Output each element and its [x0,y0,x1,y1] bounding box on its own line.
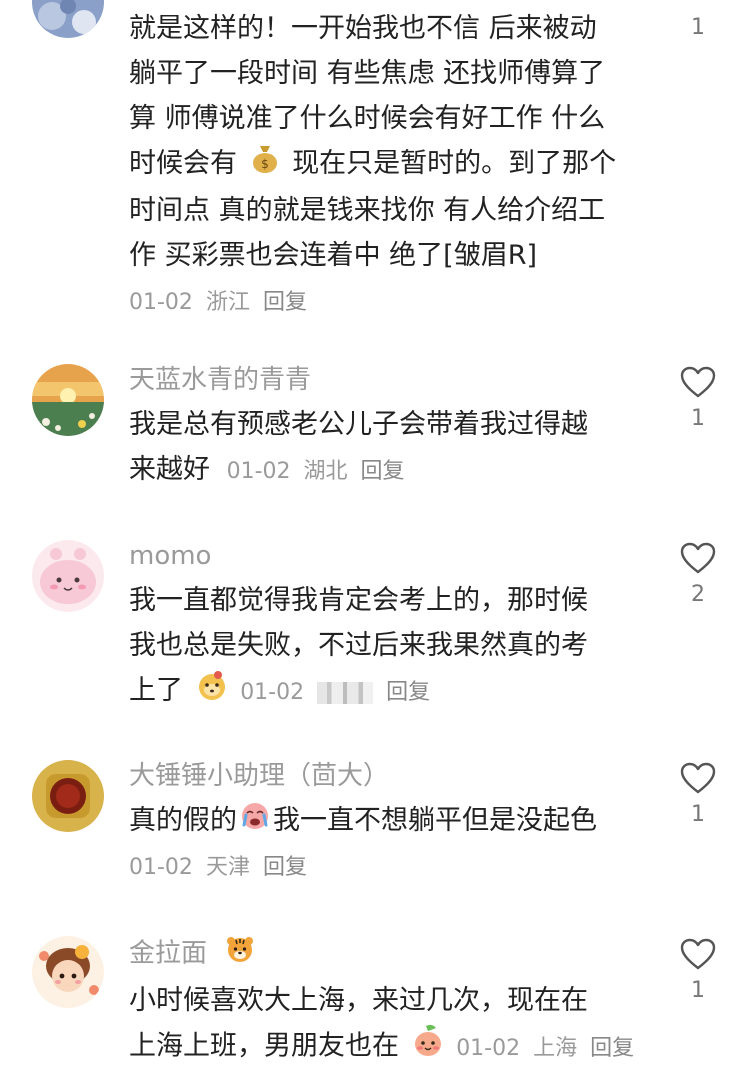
heart-outline-icon [680,762,716,794]
crying-face-emoji-icon [239,799,271,845]
comment-text: 我一直都觉得我肯定会考上的，那时候 我也总是失败，不过后来我果然真的考 上了 0… [129,578,649,715]
heart-outline-icon [680,366,716,398]
comment-line: 躺平了一段时间 有些焦虑 还找师傅算了 [129,58,606,89]
svg-text:$: $ [261,157,269,171]
comment-line: 上了 01-02 回复 [129,668,649,715]
comment-meta: 01-02 上海 回复 [456,1036,640,1061]
comment-line-part: 上了 [129,675,183,706]
comment-username[interactable]: 金拉面 [129,934,259,974]
like-count: 1 [691,802,705,827]
comment-meta: 01-02 浙江 回复 [129,280,649,325]
comment-line: 时间点 真的就是钱来找你 有人给介绍工 [129,194,606,226]
comment-location: 浙江 [205,289,250,315]
comment-text: 就是这样的！一开始我也不信 后来被动 躺平了一段时间 有些焦虑 还找师傅算了 算… [129,6,649,325]
comment-line-part: 现在只是暂时的。到了那个 [292,148,617,179]
comment-date: 01-02 [240,680,305,705]
comment-date: 01-02 [226,459,291,484]
peach-face-emoji-icon [412,1023,444,1071]
comment-line: 来越好 01-02 湖北 回复 [129,447,649,494]
comment-username[interactable]: momo [129,538,211,574]
comment-line: 时候会有 $ 现在只是暂时的。到了那个 [129,141,649,188]
reply-button[interactable]: 回复 [590,1036,634,1061]
like-count: 2 [691,582,705,607]
comment-location: 上海 [533,1035,578,1061]
comment-location: 天津 [205,854,250,880]
comment-line: 我是总有预感老公儿子会带着我过得越 [129,409,588,440]
comment-line-part: 我一直不想躺平但是没起色 [273,805,597,836]
comment-username[interactable]: 天蓝水青的青青 [129,362,311,398]
comment-text: 我是总有预感老公儿子会带着我过得越 来越好 01-02 湖北 回复 [129,402,649,494]
comment-line: 小时候喜欢大上海，来过几次，现在在 [129,985,588,1016]
comment-line: 真的假的 我一直不想躺平但是没起色 [129,798,649,845]
comment-line-part: 真的假的 [129,805,237,836]
like-count: 1 [691,978,705,1003]
cartoon-girl-avatar-icon[interactable] [32,936,104,1008]
comment-meta: 01-02 回复 [240,680,436,705]
comment-line-part: 来越好 [129,454,210,485]
comment-date: 01-02 [456,1035,521,1061]
like-count: 1 [691,406,705,431]
comment-date: 01-02 [129,289,193,315]
like-button[interactable]: 1 [678,366,718,432]
comment-line: 我一直都觉得我肯定会考上的，那时候 [129,585,588,616]
comment-line: 就是这样的！一开始我也不信 后来被动 [129,13,597,44]
comment-text: 真的假的 我一直不想躺平但是没起色 01-02 天津 回复 [129,798,649,890]
tiger-emoji-icon [225,934,255,974]
money-bag-emoji-icon: $ [250,142,280,188]
reply-button[interactable]: 回复 [263,290,307,315]
comment-username[interactable]: 大锤锤小助理（茴大） [129,758,389,794]
comment-line: 上海上班，男朋友也在 01-02 上海 回复 [129,1023,649,1071]
comment-text: 小时候喜欢大上海，来过几次，现在在 上海上班，男朋友也在 01-02 上海 回复 [129,978,649,1071]
comment-line-part: 时候会有 [129,148,237,179]
red-tea-cup-avatar-icon[interactable] [32,760,104,832]
comment-line: 我也总是失败，不过后来我果然真的考 [129,630,588,661]
comment-location: 湖北 [303,459,348,484]
pink-cartoon-avatar-icon[interactable] [32,540,104,612]
like-button[interactable]: 2 [678,542,718,608]
blurred-location [317,682,374,704]
comment-meta: 01-02 湖北 回复 [227,459,411,484]
comment-line: 算 师傅说准了什么时候会有好工作 什么 [129,103,606,134]
reply-button[interactable]: 回复 [263,855,307,880]
cute-face-emoji-icon [196,669,228,715]
sunset-landscape-avatar-icon[interactable] [32,364,104,436]
comment-meta: 01-02 天津 回复 [129,845,649,890]
like-button[interactable]: 1 [678,938,718,1004]
comment-line: 作 买彩票也会连着中 绝了[皱眉R] [129,239,537,271]
comment-line-part: 上海上班，男朋友也在 [129,1030,399,1062]
reply-button[interactable]: 回复 [361,459,405,484]
username-text: 金拉面 [129,938,208,969]
like-count: 1 [691,15,705,40]
heart-outline-icon [680,542,716,574]
reply-button[interactable]: 回复 [386,680,430,705]
marble-avatar-icon[interactable] [32,0,104,38]
comment-date: 01-02 [129,854,193,880]
like-button[interactable]: 1 [678,15,718,41]
heart-outline-icon [680,938,716,970]
like-button[interactable]: 1 [678,762,718,828]
